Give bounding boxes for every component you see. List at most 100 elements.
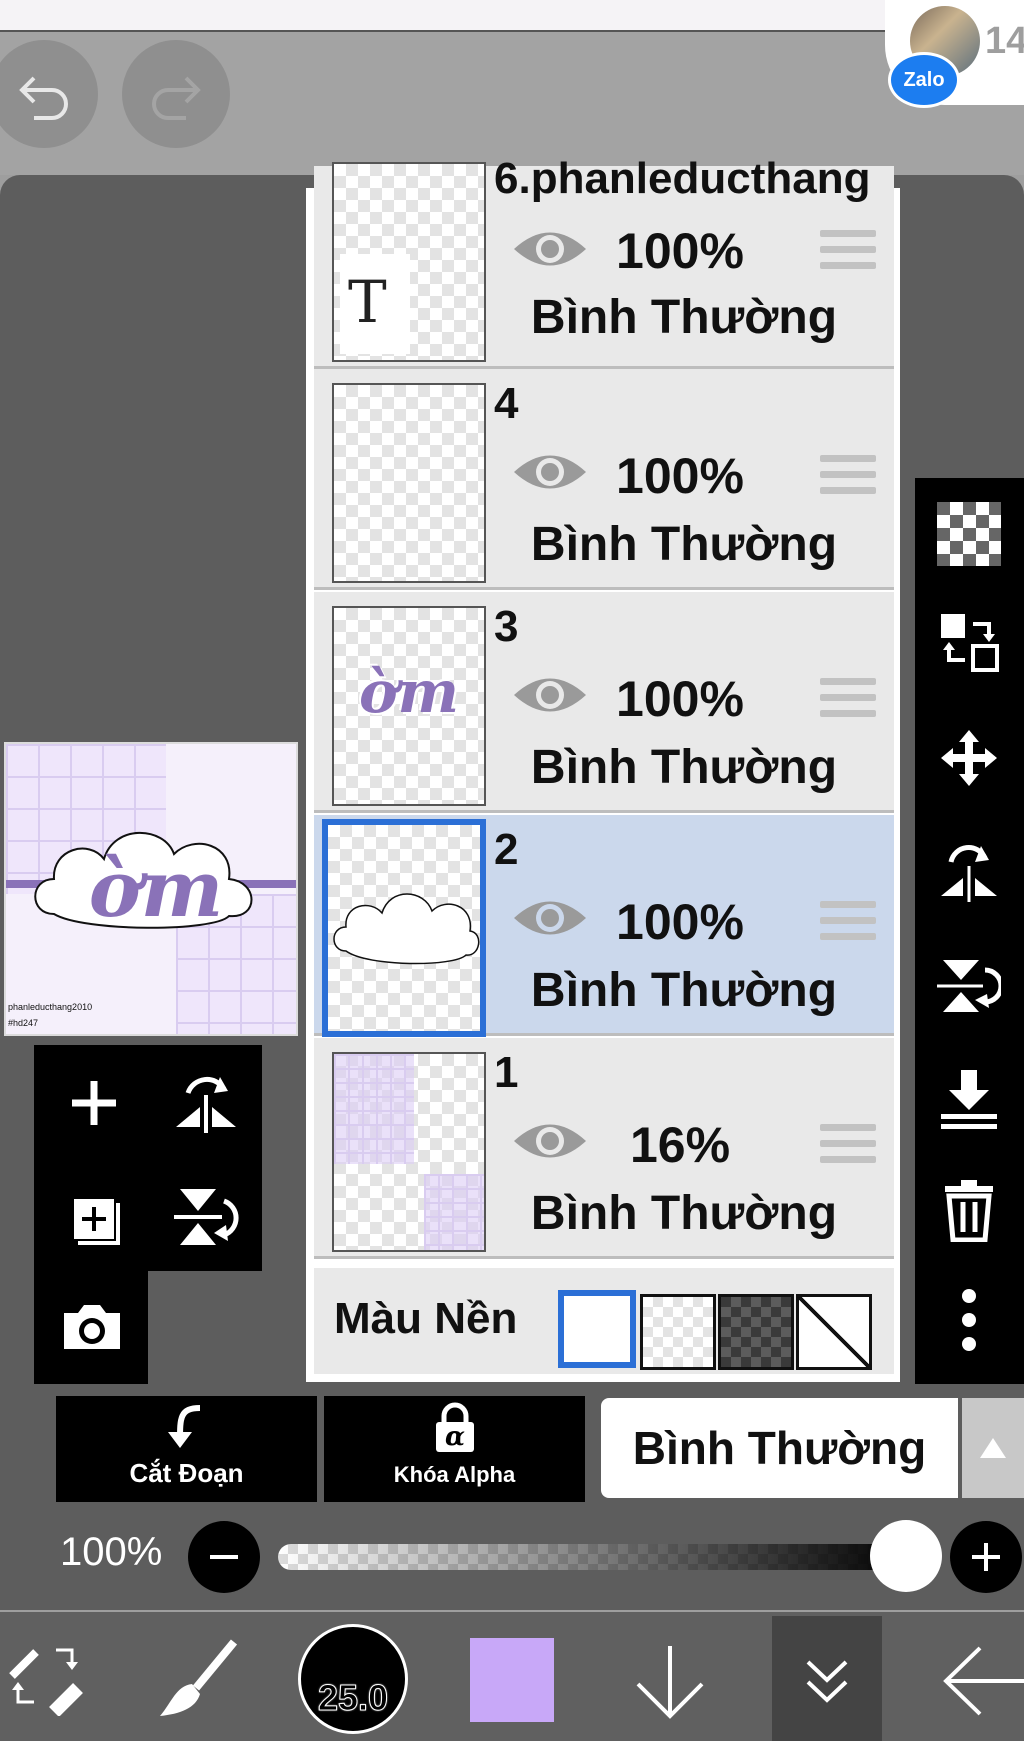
layer-number: 2: [494, 825, 519, 874]
preview-tag: #hd247: [8, 1018, 39, 1028]
opacity-increase-button[interactable]: [950, 1521, 1022, 1593]
layer-opacity: 100%: [616, 223, 744, 279]
duplicate-icon: [74, 1199, 120, 1245]
drag-handle-icon[interactable]: [820, 455, 876, 503]
right-toolbar: [915, 478, 1024, 1384]
duplicate-layer-button[interactable]: [58, 1181, 130, 1253]
thumb-cloud: [333, 893, 480, 965]
more-options-button[interactable]: [937, 1288, 1001, 1352]
move-icon: [941, 730, 997, 786]
preview-art-text: ờm: [88, 844, 224, 935]
camera-icon: [64, 1305, 120, 1349]
eye-icon[interactable]: [512, 895, 588, 941]
transparency-button[interactable]: [937, 502, 1001, 566]
brush-size-value: 25.0: [317, 1677, 389, 1719]
thumb-art-text: ờm: [358, 658, 460, 726]
clipping-button[interactable]: Cắt Đoạn: [56, 1396, 317, 1502]
background-white-swatch[interactable]: [558, 1290, 636, 1368]
top-strip: [0, 0, 1024, 32]
layer-row[interactable]: 1 16% Bình Thường: [314, 1038, 894, 1259]
layer-row[interactable]: T 6.phanleducthang 100% Bình Thường: [314, 154, 894, 369]
layer-number: 3: [494, 602, 519, 651]
layer-row[interactable]: 4 100% Bình Thường: [314, 369, 894, 590]
flip-horizontal-layer-button[interactable]: [170, 1067, 242, 1139]
redo-button[interactable]: [122, 40, 230, 148]
clip-arrow-icon: [168, 1405, 201, 1448]
eye-icon[interactable]: [512, 672, 588, 718]
flip-horizontal-button[interactable]: [937, 838, 1001, 902]
alpha-symbol: α: [444, 1422, 465, 1452]
layer-thumbnail[interactable]: T: [332, 162, 486, 362]
swap-layer-button[interactable]: [937, 610, 1001, 674]
eye-icon[interactable]: [512, 1118, 588, 1164]
delete-layer-button[interactable]: [937, 1178, 1001, 1243]
layer-thumbnail[interactable]: [332, 1052, 486, 1252]
clipping-label: Cắt Đoạn: [129, 1458, 244, 1488]
more-vertical-icon: [962, 1289, 976, 1351]
flip-horizontal-icon: [941, 845, 997, 902]
layer-thumbnail[interactable]: [332, 383, 486, 583]
drag-handle-icon[interactable]: [820, 1124, 876, 1172]
badge-count: 14: [985, 20, 1024, 62]
background-transparent-dark-swatch[interactable]: [718, 1294, 794, 1370]
layer-name: 6.phanleducthang: [494, 154, 871, 203]
layer-blend-mode: Bình Thường: [530, 1187, 838, 1240]
color-swatch-button[interactable]: [470, 1638, 554, 1722]
triangle-up-icon: [980, 1438, 1006, 1458]
brush-size-button[interactable]: 25.0: [298, 1624, 408, 1734]
layer-number: 4: [494, 379, 519, 428]
alpha-lock-label: Khóa Alpha: [393, 1462, 516, 1487]
flip-vertical-layer-button[interactable]: [170, 1181, 242, 1253]
layer-thumbnail[interactable]: [322, 819, 486, 1037]
layer-opacity: 100%: [616, 894, 744, 950]
flip-vertical-button[interactable]: [937, 954, 1004, 1018]
flip-vertical-icon: [937, 960, 1004, 1012]
layer-blend-mode: Bình Thường: [530, 964, 838, 1017]
layer-blend-mode: Bình Thường: [530, 741, 838, 794]
flip-vertical-icon: [174, 1189, 239, 1245]
opacity-slider[interactable]: [278, 1544, 908, 1570]
opacity-decrease-button[interactable]: [188, 1521, 260, 1593]
blend-mode-select[interactable]: Bình Thường: [601, 1398, 958, 1498]
background-color-row: Màu Nền: [314, 1268, 894, 1374]
brush-eraser-switch-icon: [9, 1648, 83, 1717]
add-layer-button[interactable]: [58, 1067, 130, 1139]
drag-handle-icon[interactable]: [820, 901, 876, 949]
drag-handle-icon[interactable]: [820, 230, 876, 278]
eye-icon[interactable]: [512, 226, 588, 272]
zalo-badge[interactable]: Zalo: [888, 52, 960, 108]
layer-tools: [34, 1045, 262, 1271]
move-button[interactable]: [937, 726, 1001, 790]
brush-icon: [160, 1639, 238, 1716]
opacity-slider-handle[interactable]: [870, 1520, 942, 1592]
arrow-down-icon: [636, 1646, 704, 1719]
layer-number: 1: [494, 1048, 519, 1097]
redo-icon: [152, 76, 201, 120]
layer-row-selected[interactable]: 2 100% Bình Thường: [314, 815, 894, 1037]
layer-row[interactable]: ờm 3 100% Bình Thường: [314, 592, 894, 813]
tool-switch-button[interactable]: [6, 1636, 86, 1721]
back-button[interactable]: [940, 1646, 1024, 1721]
text-layer-icon: T: [348, 268, 387, 336]
thumb-grid-top: [334, 1054, 414, 1164]
alpha-lock-button[interactable]: α Khóa Alpha: [324, 1396, 585, 1502]
layer-blend-mode: Bình Thường: [530, 518, 838, 571]
eye-icon[interactable]: [512, 449, 588, 495]
layer-thumbnail[interactable]: ờm: [332, 606, 486, 806]
collapse-panel-button[interactable]: [772, 1616, 882, 1741]
brush-button[interactable]: [156, 1636, 240, 1725]
background-transparent-light-swatch[interactable]: [640, 1294, 716, 1370]
layer-opacity: 16%: [629, 1117, 731, 1173]
layer-blend-mode: Bình Thường: [530, 291, 838, 344]
camera-button[interactable]: [56, 1291, 128, 1363]
merge-down-button[interactable]: [937, 1066, 1001, 1130]
layer-opacity: 100%: [616, 448, 744, 504]
camera-tool: [34, 1271, 148, 1384]
blend-mode-expand-button[interactable]: [962, 1398, 1024, 1498]
canvas-preview[interactable]: ờm phanleducthang2010 #hd247: [4, 742, 298, 1036]
move-down-button[interactable]: [632, 1642, 708, 1727]
minus-icon: [210, 1555, 238, 1559]
background-none-swatch[interactable]: [796, 1294, 872, 1370]
drag-handle-icon[interactable]: [820, 678, 876, 726]
checker-icon: [937, 502, 1001, 566]
